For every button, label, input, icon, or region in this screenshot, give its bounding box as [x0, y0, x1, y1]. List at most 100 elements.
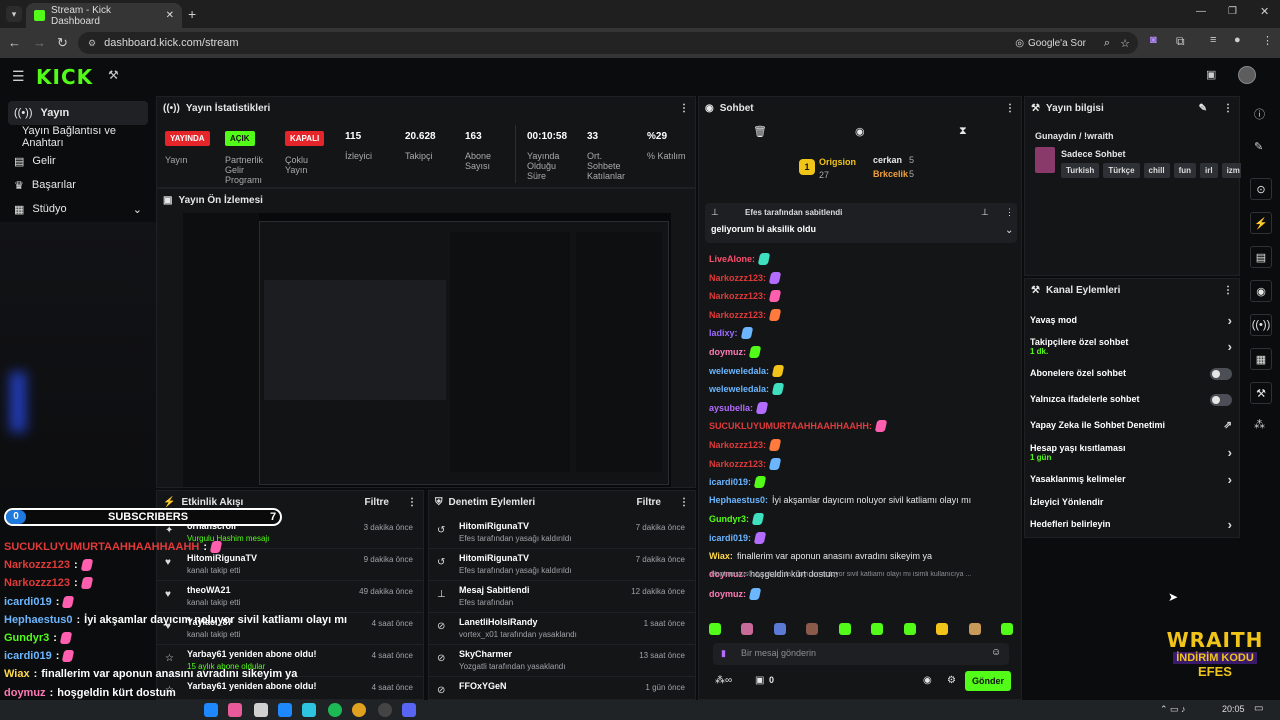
chat-username[interactable]: aysubella:	[709, 403, 753, 413]
action-banned-words[interactable]: Yasaklanmış kelimeler ›	[1030, 472, 1238, 487]
system-tray-icons[interactable]: ⌃ ▭ ♪	[1160, 704, 1186, 715]
kick-logo[interactable]: KICK	[36, 65, 93, 89]
pinned-message[interactable]: ⊥ Efes tarafından sabitlendi ⊥ ⋮ geliyor…	[705, 203, 1017, 243]
notification-icon[interactable]: ▭	[1254, 703, 1263, 714]
emote-icon[interactable]	[741, 623, 754, 635]
chat-username[interactable]: doymuz:	[709, 589, 746, 599]
bookmark-star-icon[interactable]: ☆	[1120, 37, 1130, 50]
pencil-icon[interactable]: ✎	[1254, 140, 1263, 153]
chat-mode-icon[interactable]: ◉	[855, 125, 865, 138]
expand-chevron-icon[interactable]: ⌄	[1005, 225, 1013, 236]
emote-icon[interactable]	[968, 623, 981, 635]
chat-username[interactable]: weleweledala:	[709, 366, 769, 376]
moderation-menu-icon[interactable]: ⋮	[679, 497, 689, 508]
chrome-icon[interactable]	[352, 703, 366, 717]
subscribers-only-toggle[interactable]	[1210, 368, 1232, 380]
browser-tab[interactable]: Stream - Kick Dashboard ✕	[26, 3, 182, 28]
sidebar-item-stream-key[interactable]: Yayın Bağlantısı ve Anahtarı	[16, 125, 156, 149]
chat-username[interactable]: Gundyr3:	[709, 514, 749, 524]
start-icon[interactable]	[204, 703, 218, 717]
back-icon[interactable]: ←	[8, 35, 21, 50]
chat-username[interactable]: doymuz:	[709, 347, 746, 357]
chat-username[interactable]: Narkozzz123:	[709, 459, 766, 469]
media-icon[interactable]: ≡	[1210, 34, 1216, 46]
taskbar-app-icon[interactable]	[302, 703, 316, 717]
rail-button-layout[interactable]: ▦	[1250, 348, 1272, 370]
chat-username[interactable]: icardi019:	[709, 533, 751, 543]
emote-icon[interactable]	[773, 623, 786, 635]
spotify-icon[interactable]	[328, 703, 342, 717]
profile-icon[interactable]: ●	[1234, 34, 1241, 46]
emote-icon[interactable]	[936, 623, 949, 635]
action-ai-moderation[interactable]: Yapay Zeka ile Sohbet Denetimi ⇗	[1030, 420, 1238, 431]
taskbar-app-icon[interactable]	[254, 703, 268, 717]
emote-icon[interactable]	[871, 623, 884, 635]
sidebar-item-studyo[interactable]: ▦ Stüdyo ⌄	[8, 197, 148, 221]
chat-menu-icon[interactable]: ⋮	[1005, 103, 1015, 114]
discord-icon[interactable]	[402, 703, 416, 717]
chat-username[interactable]: Narkozzz123:	[709, 440, 766, 450]
reload-icon[interactable]: ↻	[57, 35, 68, 51]
new-tab-icon[interactable]: +	[188, 6, 196, 22]
chat-settings-icon[interactable]: ⚙	[947, 675, 956, 686]
emote-icon[interactable]	[1000, 623, 1013, 635]
creator-icon[interactable]: ▣	[1206, 68, 1216, 81]
action-followers-only[interactable]: Takipçilere özel sohbet 1 dk. ›	[1030, 337, 1238, 356]
extensions-puzzle-icon[interactable]: ⧉	[1176, 34, 1185, 49]
extension-icon[interactable]: ◙	[1150, 34, 1157, 46]
users-icon[interactable]: ⁂	[1254, 418, 1265, 431]
site-info-icon[interactable]: ⚙	[88, 38, 96, 49]
sidebar-item-basarilar[interactable]: ♛ Başarılar	[8, 173, 148, 197]
tab-list-icon[interactable]: ▾	[6, 6, 22, 22]
activity-menu-icon[interactable]: ⋮	[407, 497, 417, 508]
info-icon[interactable]: ⓘ	[1254, 106, 1265, 122]
action-goals[interactable]: Hedefleri belirleyin ›	[1030, 517, 1238, 532]
emoji-picker-icon[interactable]: ☺	[991, 647, 1001, 658]
sidebar-item-gelir[interactable]: ▤ Gelir	[8, 149, 148, 173]
address-bar[interactable]: ⚙ dashboard.kick.com/stream ◎ Google'a S…	[78, 32, 1138, 54]
browser-menu-icon[interactable]: ⋮	[1262, 34, 1273, 47]
rail-button-chat[interactable]: ◉	[1250, 280, 1272, 302]
trash-icon[interactable]: 🗑	[753, 125, 767, 138]
chat-username[interactable]: Wiax:	[709, 551, 733, 561]
sidebar-item-yayin[interactable]: ((•)) Yayın	[8, 101, 148, 125]
stream-preview-video[interactable]	[183, 213, 671, 487]
rail-button-tools[interactable]: ⚒	[1250, 382, 1272, 404]
stream-info-menu-icon[interactable]: ⋮	[1223, 103, 1233, 114]
chat-username[interactable]: Narkozzz123:	[709, 273, 766, 283]
action-host[interactable]: İzleyici Yönlendir	[1030, 497, 1238, 507]
emotes-only-toggle[interactable]	[1210, 394, 1232, 406]
chat-users-icon[interactable]: ⁂∞	[715, 675, 732, 686]
action-account-age[interactable]: Hesap yaşı kısıtlaması 1 gün ›	[1030, 443, 1238, 462]
chat-username[interactable]: weleweledala:	[709, 384, 769, 394]
emote-icon[interactable]	[806, 623, 819, 635]
action-subscribers-only[interactable]: Abonelere özel sohbet	[1030, 368, 1238, 380]
chat-username[interactable]: Hephaestus0:	[709, 495, 768, 505]
action-slow-mode[interactable]: Yavaş mod ›	[1030, 313, 1238, 328]
tools-icon[interactable]: ⚒	[108, 68, 119, 82]
user-avatar[interactable]	[1238, 66, 1256, 84]
rail-button-clip[interactable]: ⊙	[1250, 178, 1272, 200]
rail-button-notes[interactable]: ▤	[1250, 246, 1272, 268]
chat-username[interactable]: ladixy:	[709, 328, 738, 338]
zoom-icon[interactable]: ⌕	[1104, 37, 1110, 50]
emote-icon[interactable]	[709, 623, 721, 635]
close-tab-icon[interactable]: ✕	[166, 10, 174, 21]
maximize-icon[interactable]: ❐	[1228, 6, 1237, 17]
rail-button-flash[interactable]: ⚡	[1250, 212, 1272, 234]
emote-icon[interactable]	[838, 623, 851, 635]
send-button[interactable]: Gönder	[965, 671, 1011, 691]
chat-input[interactable]: ▮ Bir mesaj gönderin ☺	[713, 643, 1009, 665]
hamburger-menu-icon[interactable]: ☰	[12, 68, 25, 85]
rail-button-broadcast[interactable]: ((•))	[1250, 314, 1272, 336]
hourglass-icon[interactable]: ⧗	[959, 125, 967, 138]
chat-username[interactable]: Narkozzz123:	[709, 310, 766, 320]
forward-icon[interactable]: →	[33, 35, 46, 50]
close-window-icon[interactable]: ✕	[1260, 5, 1269, 18]
google-ask-button[interactable]: ◎ Google'a Sor	[1015, 38, 1086, 49]
taskbar-app-icon[interactable]	[278, 703, 292, 717]
chat-mode-toggle-icon[interactable]: ◉	[923, 675, 932, 686]
chat-username[interactable]: Narkozzz123:	[709, 291, 766, 301]
channel-actions-menu-icon[interactable]: ⋮	[1223, 285, 1233, 296]
action-emotes-only[interactable]: Yalnızca ifadelerle sohbet	[1030, 394, 1238, 406]
